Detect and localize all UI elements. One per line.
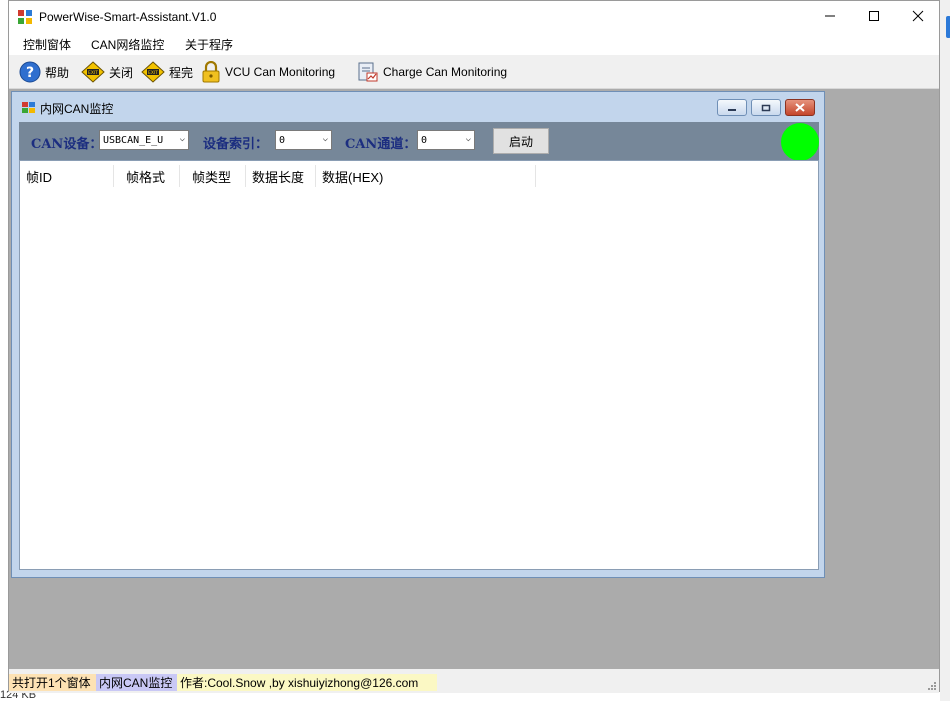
exit-icon: EXIT: [81, 61, 105, 83]
mdi-workspace: 内网CAN监控 CAN设备： USBCAN_E_U ⌵ 设备索引： 0 ⌵ CA…: [9, 89, 939, 669]
device-index-label: 设备索引：: [203, 137, 269, 152]
minimize-button[interactable]: [807, 1, 853, 31]
status-open-count: 共打开1个窗体: [9, 674, 96, 691]
exit-icon: EXIT: [141, 61, 165, 83]
maximize-icon: [869, 11, 879, 21]
column-header-frame-id[interactable]: 帧ID: [20, 165, 114, 187]
cheng-tool-label: 程完: [169, 65, 194, 80]
vcu-monitoring-button[interactable]: VCU Can Monitoring: [201, 60, 335, 84]
column-header-data-hex[interactable]: 数据(HEX): [316, 165, 536, 187]
help-button[interactable]: ? 帮助: [19, 60, 69, 84]
minimize-icon: [825, 15, 835, 17]
vcu-monitoring-label: VCU Can Monitoring: [225, 65, 336, 79]
lock-icon: [202, 61, 220, 83]
toolbar: ? 帮助 EXIT 关闭 EXIT 程完 VCU Can Monitoring …: [9, 56, 939, 89]
document-chart-icon: [358, 62, 378, 82]
window-title: PowerWise-Smart-Assistant.V1.0: [39, 10, 217, 24]
device-index-value: 0: [279, 134, 286, 146]
minimize-icon: [728, 108, 736, 111]
close-icon: [795, 103, 805, 112]
charge-monitoring-label: Charge Can Monitoring: [383, 65, 508, 79]
child-minimize-button[interactable]: [717, 99, 747, 116]
chevron-down-icon: ⌵: [322, 134, 328, 144]
column-header-data-length[interactable]: 数据长度: [246, 165, 316, 187]
menu-bar: 控制窗体 CAN网络监控 关于程序: [9, 33, 939, 55]
status-current-window: 内网CAN监控: [96, 674, 177, 691]
svg-text:EXIT: EXIT: [88, 70, 98, 76]
column-header-frame-format[interactable]: 帧格式: [114, 165, 180, 187]
close-tool-button[interactable]: EXIT 关闭: [81, 60, 133, 84]
charge-monitoring-button[interactable]: Charge Can Monitoring: [357, 60, 507, 84]
device-index-select[interactable]: 0 ⌵: [275, 130, 332, 150]
chevron-down-icon: ⌵: [465, 134, 471, 144]
can-channel-value: 0: [421, 134, 428, 146]
help-label: 帮助: [45, 65, 70, 80]
status-author: 作者:Cool.Snow ,by xishuiyizhong@126.com: [177, 674, 437, 691]
close-icon: [912, 10, 924, 22]
status-indicator-led: [781, 123, 819, 161]
main-window: PowerWise-Smart-Assistant.V1.0 控制窗体 CAN网…: [8, 0, 940, 693]
child-window-icon: [22, 102, 35, 113]
can-channel-select[interactable]: 0 ⌵: [417, 130, 475, 150]
child-window-can-monitor: 内网CAN监控 CAN设备： USBCAN_E_U ⌵ 设备索引： 0 ⌵ CA…: [11, 91, 825, 578]
restore-icon: [761, 104, 771, 111]
child-close-button[interactable]: [785, 99, 815, 116]
help-icon: ?: [19, 61, 41, 83]
chevron-down-icon: ⌵: [179, 134, 185, 144]
maximize-button[interactable]: [851, 1, 897, 31]
close-tool-label: 关闭: [109, 65, 134, 80]
can-frame-list[interactable]: 帧ID 帧格式 帧类型 数据长度 数据(HEX): [19, 160, 819, 570]
app-icon: [18, 10, 32, 24]
svg-text:EXIT: EXIT: [148, 70, 158, 76]
title-bar[interactable]: PowerWise-Smart-Assistant.V1.0: [9, 1, 939, 33]
can-settings-panel: CAN设备： USBCAN_E_U ⌵ 设备索引： 0 ⌵ CAN通道： 0 ⌵…: [19, 122, 819, 161]
can-device-select[interactable]: USBCAN_E_U ⌵: [99, 130, 189, 150]
cheng-tool-button[interactable]: EXIT 程完: [141, 60, 193, 84]
status-bar: 共打开1个窗体 内网CAN监控 作者:Cool.Snow ,by xishuiy…: [9, 671, 939, 693]
start-button[interactable]: 启动: [493, 128, 549, 154]
child-window-title: 内网CAN监控: [40, 102, 114, 116]
menu-control-forms[interactable]: 控制窗体: [17, 36, 77, 53]
can-channel-label: CAN通道：: [345, 137, 417, 152]
background-window-edge: [940, 0, 950, 701]
close-button[interactable]: [895, 1, 941, 31]
menu-can-monitoring[interactable]: CAN网络监控: [85, 36, 170, 53]
can-device-label: CAN设备：: [31, 137, 103, 152]
resize-grip-icon[interactable]: [927, 681, 937, 691]
svg-text:?: ?: [26, 65, 34, 81]
menu-about[interactable]: 关于程序: [179, 36, 239, 53]
can-device-value: USBCAN_E_U: [103, 134, 164, 146]
background-accent: [946, 16, 950, 38]
column-header-frame-type[interactable]: 帧类型: [180, 165, 246, 187]
child-restore-button[interactable]: [751, 99, 781, 116]
